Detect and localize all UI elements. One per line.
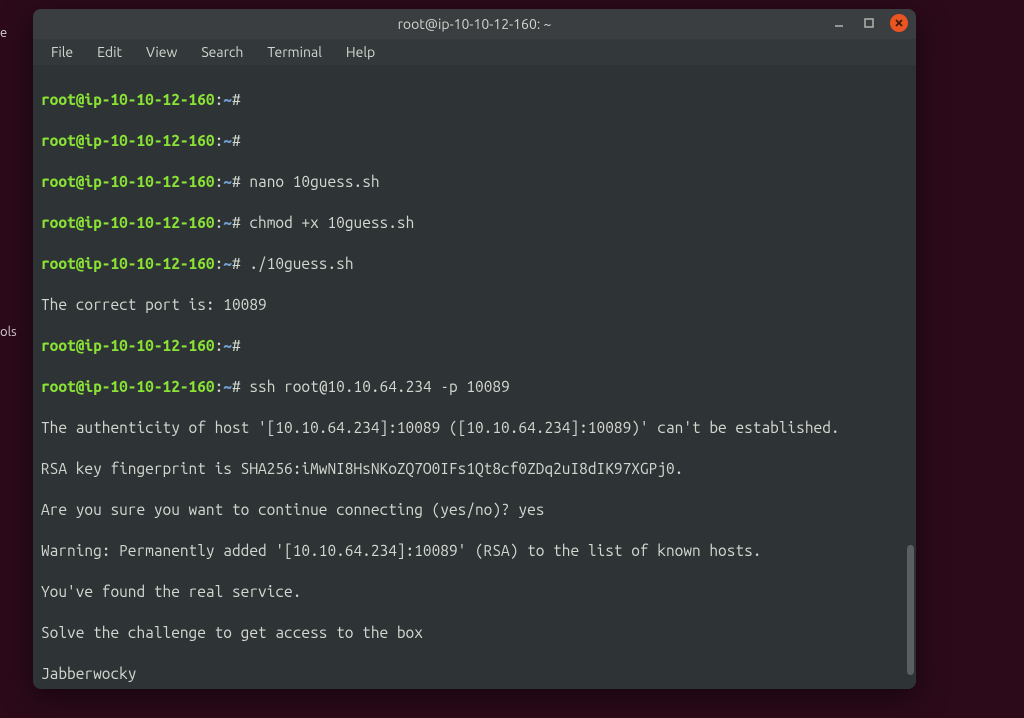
terminal-line: root@ip-10-10-12-160:~# (41, 131, 908, 152)
close-button[interactable] (890, 14, 908, 32)
window-controls (830, 14, 908, 32)
command-text: chmod +x 10guess.sh (241, 214, 415, 231)
window-titlebar: root@ip-10-10-12-160: ~ (33, 9, 916, 39)
prompt-hash: # (232, 337, 241, 354)
prompt-user: root@ip-10-10-12-160 (41, 337, 215, 354)
prompt-path: ~ (223, 378, 232, 395)
prompt-user: root@ip-10-10-12-160 (41, 91, 215, 108)
menu-terminal[interactable]: Terminal (257, 42, 332, 62)
prompt-colon: : (215, 132, 224, 149)
prompt-path: ~ (223, 91, 232, 108)
prompt-colon: : (215, 255, 224, 272)
command-text: ./10guess.sh (241, 255, 354, 272)
prompt-hash: # (232, 214, 241, 231)
terminal-line: root@ip-10-10-12-160:~# nano 10guess.sh (41, 172, 908, 193)
terminal-line: root@ip-10-10-12-160:~# (41, 90, 908, 111)
maximize-button[interactable] (860, 14, 878, 32)
prompt-user: root@ip-10-10-12-160 (41, 214, 215, 231)
prompt-path: ~ (223, 214, 232, 231)
prompt-user: root@ip-10-10-12-160 (41, 255, 215, 272)
prompt-hash: # (232, 91, 241, 108)
output-line: Warning: Permanently added '[10.10.64.23… (41, 541, 908, 562)
prompt-path: ~ (223, 173, 232, 190)
output-line: Are you sure you want to continue connec… (41, 500, 908, 521)
prompt-user: root@ip-10-10-12-160 (41, 378, 215, 395)
terminal-line: root@ip-10-10-12-160:~# chmod +x 10guess… (41, 213, 908, 234)
menubar: File Edit View Search Terminal Help (33, 39, 916, 65)
prompt-colon: : (215, 378, 224, 395)
prompt-hash: # (232, 255, 241, 272)
prompt-hash: # (232, 173, 241, 190)
prompt-path: ~ (223, 255, 232, 272)
desktop-icon-label-2: ols (0, 325, 17, 339)
scrollbar-thumb[interactable] (907, 545, 914, 675)
menu-help[interactable]: Help (336, 42, 385, 62)
prompt-hash: # (232, 132, 241, 149)
output-line: Solve the challenge to get access to the… (41, 623, 908, 644)
output-line: You've found the real service. (41, 582, 908, 603)
menu-search[interactable]: Search (191, 42, 253, 62)
prompt-colon: : (215, 337, 224, 354)
minimize-button[interactable] (830, 14, 848, 32)
command-text: ssh root@10.10.64.234 -p 10089 (241, 378, 510, 395)
prompt-colon: : (215, 173, 224, 190)
output-line: The correct port is: 10089 (41, 295, 908, 316)
prompt-colon: : (215, 91, 224, 108)
menu-file[interactable]: File (41, 42, 83, 62)
menu-view[interactable]: View (136, 42, 187, 62)
prompt-user: root@ip-10-10-12-160 (41, 173, 215, 190)
prompt-path: ~ (223, 132, 232, 149)
output-line: The authenticity of host '[10.10.64.234]… (41, 418, 908, 439)
output-line: Jabberwocky (41, 664, 908, 685)
terminal-line: root@ip-10-10-12-160:~# ./10guess.sh (41, 254, 908, 275)
terminal-window: root@ip-10-10-12-160: ~ File Edit View S… (33, 9, 916, 689)
window-title: root@ip-10-10-12-160: ~ (398, 16, 552, 32)
prompt-colon: : (215, 214, 224, 231)
terminal-line: root@ip-10-10-12-160:~# ssh root@10.10.6… (41, 377, 908, 398)
command-text: nano 10guess.sh (241, 173, 380, 190)
terminal-line: root@ip-10-10-12-160:~# (41, 336, 908, 357)
menu-edit[interactable]: Edit (87, 42, 132, 62)
terminal-content[interactable]: root@ip-10-10-12-160:~# root@ip-10-10-12… (33, 65, 916, 689)
prompt-hash: # (232, 378, 241, 395)
output-line: RSA key fingerprint is SHA256:iMwNI8HsNK… (41, 459, 908, 480)
desktop-icon-label-1: e (0, 26, 7, 40)
prompt-user: root@ip-10-10-12-160 (41, 132, 215, 149)
prompt-path: ~ (223, 337, 232, 354)
